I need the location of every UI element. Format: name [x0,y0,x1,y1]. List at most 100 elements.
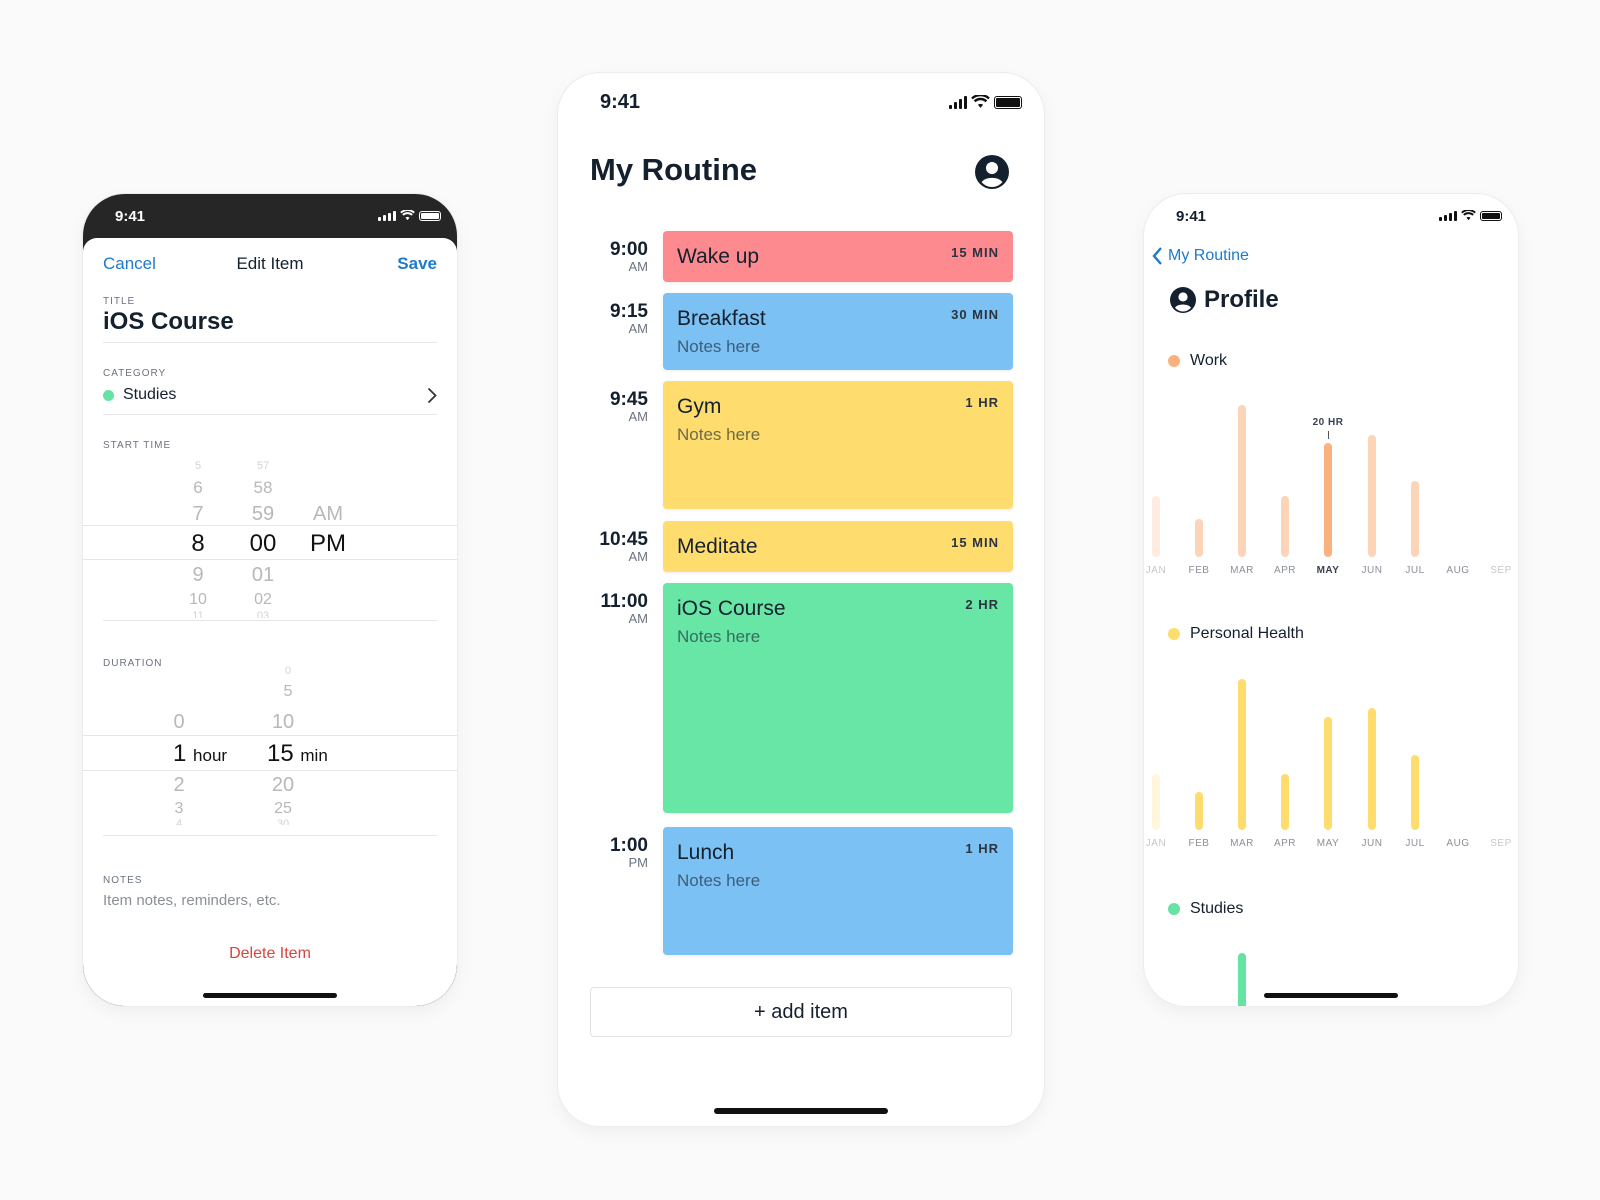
item-duration: 1 HR [965,395,999,410]
title-label: TITLE [103,296,136,307]
item-title: Gym [677,395,722,418]
chart-legend: Studies [1168,900,1243,918]
chart-legend: Personal Health [1168,625,1304,643]
battery-icon [994,95,1022,109]
status-time: 9:41 [600,91,641,113]
item-notes: Notes here [677,337,761,356]
time-value: 9:45 [609,389,648,410]
item-duration: 30 MIN [951,307,999,322]
month-tick-label: JUL [1405,838,1425,849]
item-duration: 15 MIN [951,245,999,260]
item-duration: 2 HR [965,597,999,612]
month-tick-label: MAR [1230,565,1254,576]
time-label: 1:00 PM [588,835,648,870]
chart-legend: Work [1168,352,1227,370]
month-tick-label: MAY [1316,565,1340,576]
chart-bar[interactable] [1152,496,1160,557]
cellular-signal-icon [1439,210,1457,221]
time-label: 9:45 AM [588,389,648,424]
profile-icon[interactable] [975,155,1009,189]
divider [103,342,437,343]
chart-bar[interactable] [1324,442,1332,557]
category-color-dot [103,389,114,401]
wifi-icon [1461,210,1476,221]
chart-bar[interactable] [1152,773,1160,830]
chart-bar[interactable] [1324,717,1332,830]
month-tick-label: JUN [1361,565,1383,576]
chart-bar[interactable] [1195,792,1203,830]
profile-screen: 9:41 My Routine Profile Work JAN FEB MAR APR… [1144,194,1518,1006]
item-notes: Notes here [677,425,761,444]
start-hour-selected: 8 [191,530,205,557]
cellular-signal-icon [949,95,967,109]
chart-bar[interactable] [1238,952,1246,1006]
month-tick-label: JUN [1361,838,1383,849]
time-value: 11:00 [600,591,648,612]
item-title: Lunch [677,841,735,864]
delete-item-button[interactable]: Delete Item [83,945,457,963]
item-notes: Notes here [677,871,761,890]
item-title: Meditate [677,535,758,558]
item-notes: Notes here [677,627,761,646]
month-tick-label: SEP [1490,565,1512,576]
cellular-signal-icon [378,210,396,221]
add-item-button[interactable]: + add item [590,987,1012,1037]
month-tick-label: APR [1273,565,1297,576]
chart-bar[interactable] [1368,707,1376,830]
month-tick-label: AUG [1446,565,1470,576]
time-label: 10:45 AM [588,529,648,564]
start-time-label: START TIME [103,440,172,451]
divider [103,414,437,415]
category-value: Studies [123,386,177,403]
chart-bar[interactable] [1411,754,1419,830]
chart-bar[interactable] [1281,496,1289,557]
month-tick-label: JAN [1145,838,1167,849]
page-title: My Routine [590,152,758,187]
category-row[interactable]: Studies [103,382,437,408]
chart-bar[interactable] [1368,435,1376,557]
time-value: 9:15 [609,301,648,322]
chevron-right-icon [427,387,437,403]
legend-label: Personal Health [1190,625,1304,642]
title-field[interactable]: iOS Course [103,308,234,336]
edit-item-screen: 9:41 Cancel Edit Item Save TITLE iOS Cou… [83,194,457,1006]
routine-item-card[interactable]: Meditate 15 MIN [663,521,1013,572]
time-label: 9:15 AM [588,301,648,336]
month-tick-label: FEB [1188,838,1210,849]
routine-item-card[interactable]: iOS Course 2 HR Notes here [663,583,1013,813]
wifi-icon [971,95,990,108]
time-ampm: AM [628,321,649,336]
month-tick-label: MAR [1230,838,1254,849]
wifi-icon [400,210,415,221]
back-button[interactable]: My Routine [1152,246,1249,266]
month-tick-label: AUG [1446,838,1470,849]
time-ampm: PM [628,855,649,870]
time-value: 10:45 [599,529,648,550]
category-label: CATEGORY [103,368,167,379]
battery-icon [1480,210,1502,221]
month-tick-label: FEB [1188,565,1210,576]
legend-dot [1168,355,1180,367]
chart-bar[interactable] [1281,773,1289,830]
legend-dot [1168,628,1180,640]
chart-bar[interactable] [1238,404,1246,557]
notes-label: NOTES [103,875,143,886]
routine-item-card[interactable]: Wake up 15 MIN [663,231,1013,282]
time-label: 11:00 AM [588,591,648,626]
chart-bar[interactable] [1411,480,1419,557]
time-ampm: AM [628,611,649,626]
routine-item-card[interactable]: Lunch 1 HR Notes here [663,827,1013,955]
chart-bar[interactable] [1238,679,1246,830]
battery-icon [419,210,441,221]
routine-screen: 9:41 My Routine 9:00 AM Wake up 15 MIN 9:15 A… [558,73,1044,1126]
start-minute-selected: 00 [249,530,277,557]
notes-field[interactable]: Item notes, reminders, etc. [103,892,281,909]
chart-bar[interactable] [1195,518,1203,557]
routine-item-card[interactable]: Breakfast 30 MIN Notes here [663,293,1013,370]
save-button[interactable]: Save [397,254,437,274]
divider [103,835,437,836]
month-tick-label: APR [1273,838,1297,849]
routine-item-card[interactable]: Gym 1 HR Notes here [663,381,1013,509]
month-tick-label: SEP [1490,838,1512,849]
status-bar: 9:41 [558,73,1044,133]
